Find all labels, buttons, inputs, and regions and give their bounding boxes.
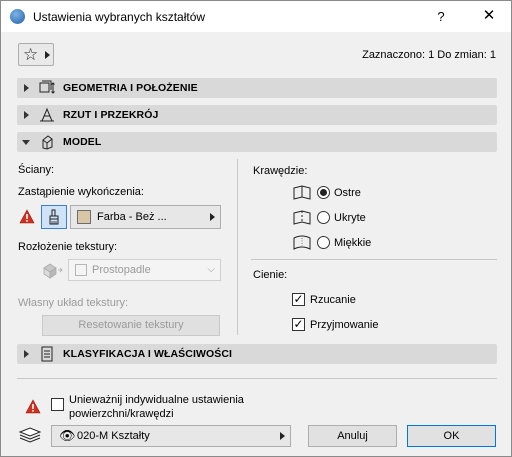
section-model[interactable]: MODEL [17, 132, 497, 152]
layer-value: 020-M Kształty [77, 430, 150, 442]
box-icon [75, 264, 87, 276]
floor-plan-section-icon [40, 107, 54, 122]
footer-divider [17, 378, 497, 379]
close-button[interactable]: ✕ [479, 6, 499, 26]
column-divider [237, 159, 238, 335]
geometry-icon [39, 80, 55, 94]
section-classification[interactable]: KLASYFIKACJA I WŁAŚCIWOŚCI [17, 344, 497, 364]
warning-icon [19, 209, 35, 224]
warning-icon [25, 399, 41, 414]
title-bar[interactable]: Ustawienia wybranych kształtów ? ✕ [1, 1, 511, 32]
star-icon: ☆ [23, 45, 39, 64]
section-projection[interactable]: RZUT I PRZEKRÓJ [17, 105, 497, 125]
edge-smooth-icon [293, 235, 311, 250]
selection-info: Zaznaczono: 1 Do zmian: 1 [362, 49, 496, 61]
ok-button[interactable]: OK [407, 425, 496, 447]
section-label: RZUT I PRZEKRÓJ [63, 109, 159, 121]
expand-arrow-icon [24, 111, 29, 119]
edge-smooth-radio[interactable] [317, 236, 330, 249]
chevron-down-icon: ⌵ [207, 264, 215, 275]
material-swatch [77, 210, 91, 224]
shadow-cast-checkbox[interactable]: ✓ [292, 293, 305, 306]
expand-arrow-icon [24, 350, 29, 358]
archicad-icon [10, 9, 25, 24]
finish-override-label: Zastąpienie wykończenia: [18, 186, 144, 198]
texture-layout-dropdown[interactable]: Prostopadle ⌵ [68, 259, 221, 281]
material-dropdown[interactable]: Farba - Beż ... [70, 205, 221, 229]
edge-hidden-radio[interactable] [317, 211, 330, 224]
help-button[interactable]: ? [431, 7, 451, 27]
section-geometry[interactable]: GEOMETRIA I POŁOŻENIE [17, 78, 497, 98]
dialog-window: Ustawienia wybranych kształtów ? ✕ ☆ Zaz… [0, 0, 512, 457]
material-value: Farba - Beż ... [97, 211, 167, 223]
classification-icon [41, 346, 53, 362]
section-label: GEOMETRIA I POŁOŻENIE [63, 82, 198, 94]
eye-icon: 👁 [59, 428, 76, 443]
chevron-right-icon [210, 213, 215, 221]
right-divider [251, 259, 497, 260]
override-label: Unieważnij indywidualne ustawienia powie… [69, 393, 244, 421]
override-label-line1: Unieważnij indywidualne ustawienia [69, 394, 244, 406]
edge-sharp-icon [293, 185, 311, 200]
custom-texture-label: Własny układ tekstury: [18, 297, 129, 309]
shadow-receive-checkbox[interactable]: ✓ [292, 318, 305, 331]
override-checkbox[interactable] [51, 398, 64, 411]
reset-texture-button[interactable]: Resetowanie tekstury [42, 315, 220, 336]
edge-hidden-label: Ukryte [334, 212, 366, 224]
expand-arrow-icon [24, 84, 29, 92]
brush-icon [49, 209, 59, 225]
texture-layout-value: Prostopadle [92, 264, 151, 276]
cancel-button[interactable]: Anuluj [308, 425, 397, 447]
edge-smooth-label: Miękkie [334, 237, 372, 249]
walls-label: Ściany: [18, 164, 55, 176]
shadows-label: Cienie: [253, 269, 288, 281]
edge-hidden-icon [293, 210, 311, 225]
favorites-button[interactable]: ☆ [18, 43, 54, 66]
edges-label: Krawędzie: [253, 165, 308, 177]
window-title: Ustawienia wybranych kształtów [33, 10, 206, 24]
chevron-right-icon [45, 51, 50, 59]
section-label: MODEL [63, 136, 102, 148]
layers-icon [18, 427, 42, 443]
layer-dropdown[interactable]: 👁 020-M Kształty [51, 425, 291, 447]
shadow-cast-label: Rzucanie [310, 294, 356, 306]
finish-override-toggle[interactable] [41, 205, 67, 229]
model-icon [42, 135, 53, 150]
texture-icon [43, 263, 63, 279]
chevron-right-icon [280, 432, 285, 440]
edge-sharp-label: Ostre [334, 187, 361, 199]
texture-layout-label: Rozłożenie tekstury: [18, 241, 118, 253]
shadow-receive-label: Przyjmowanie [310, 319, 379, 331]
collapse-arrow-icon [22, 140, 30, 145]
edge-sharp-radio[interactable] [317, 186, 330, 199]
section-label: KLASYFIKACJA I WŁAŚCIWOŚCI [63, 348, 233, 360]
override-label-line2: powierzchni/krawędzi [69, 408, 174, 420]
